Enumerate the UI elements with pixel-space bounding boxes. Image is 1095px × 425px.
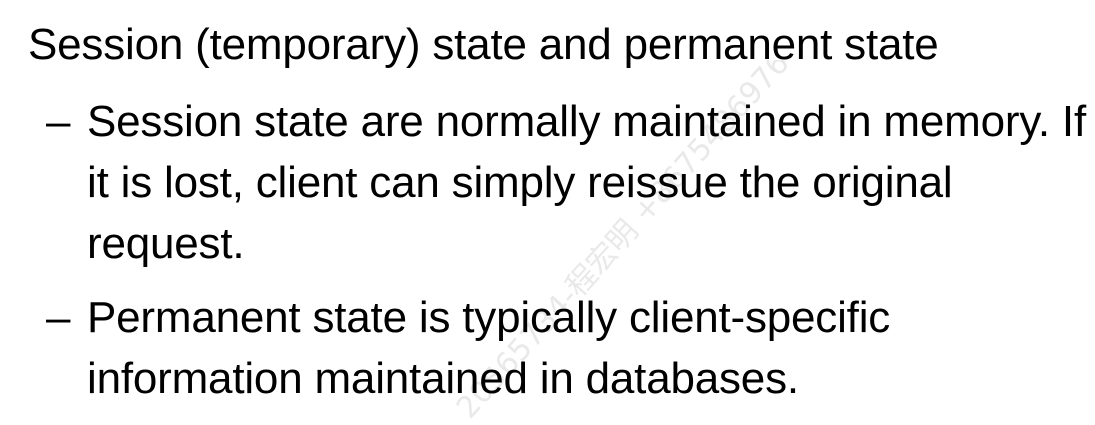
- bullet-dash: –: [46, 293, 71, 342]
- bullet-dash: –: [46, 97, 71, 146]
- slide: 20565734-程宏明 +8675486976 Session (tempor…: [0, 0, 1095, 425]
- bullet-text: Session state are normally maintained in…: [87, 97, 1086, 268]
- slide-heading: Session (temporary) state and permanent …: [28, 20, 939, 69]
- bullet-text: Permanent state is typically client-spec…: [87, 293, 891, 403]
